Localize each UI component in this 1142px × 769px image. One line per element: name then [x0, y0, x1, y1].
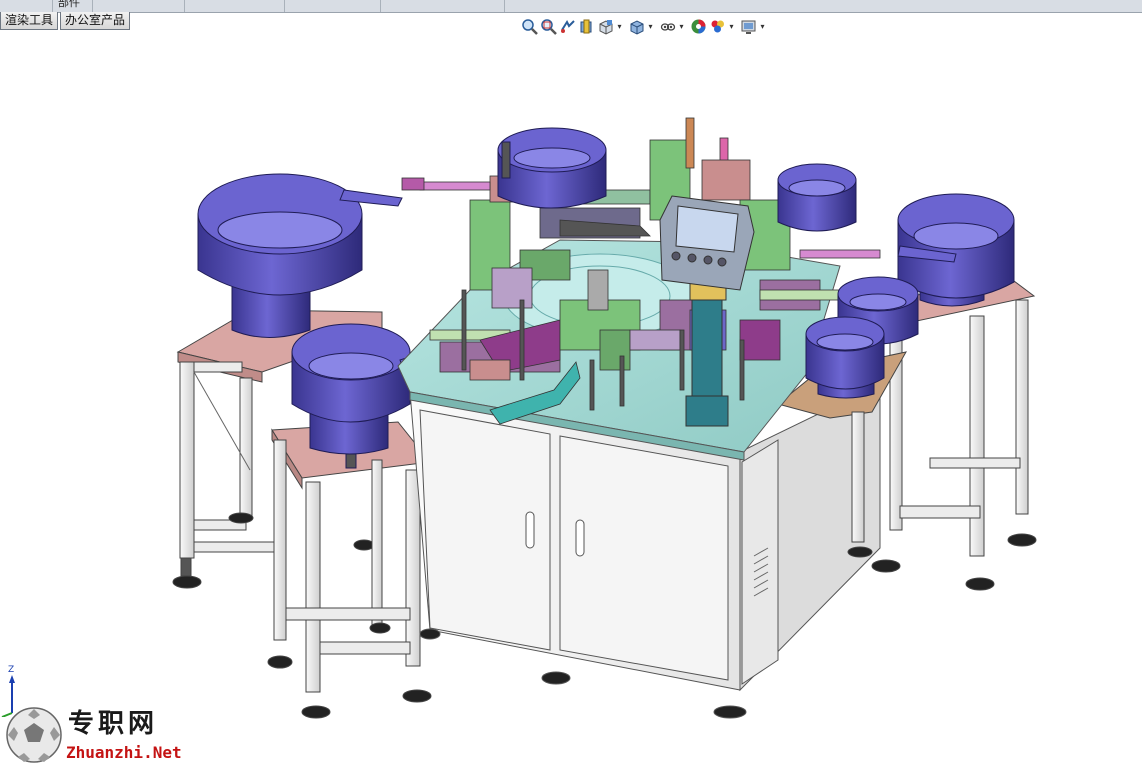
- graphics-area[interactable]: Z 专职网 Zhuanzhi.Net: [0, 31, 1142, 763]
- tab-office-products[interactable]: 办公室产品: [60, 12, 131, 30]
- command-manager-strip: 部件: [0, 0, 1142, 13]
- watermark-url-text: Zhuanzhi.Net: [66, 743, 182, 762]
- watermark-logo-text: 专职网: [68, 709, 159, 739]
- back-vibratory-bowl: [497, 127, 607, 209]
- strip-segment[interactable]: [92, 0, 185, 12]
- command-tabs: 渲染工具 办公室产品: [0, 12, 131, 31]
- right-back-bowl: [777, 163, 857, 232]
- tab-render-tools[interactable]: 渲染工具: [0, 12, 59, 30]
- hmi-control-panel: [659, 195, 755, 291]
- strip-segment[interactable]: [284, 0, 381, 12]
- strip-segment[interactable]: [184, 0, 285, 12]
- triad-z-label: Z: [8, 665, 15, 675]
- strip-segment[interactable]: [380, 0, 505, 12]
- assembly-model-render: [172, 117, 1037, 719]
- strip-segment[interactable]: [0, 0, 53, 12]
- center-column: [685, 279, 729, 427]
- watermark: 专职网 Zhuanzhi.Net: [4, 703, 184, 769]
- soccer-ball-logo-icon: [6, 707, 62, 763]
- right-front-bowl: [805, 316, 885, 399]
- top-tab-label[interactable]: 部件: [58, 0, 80, 10]
